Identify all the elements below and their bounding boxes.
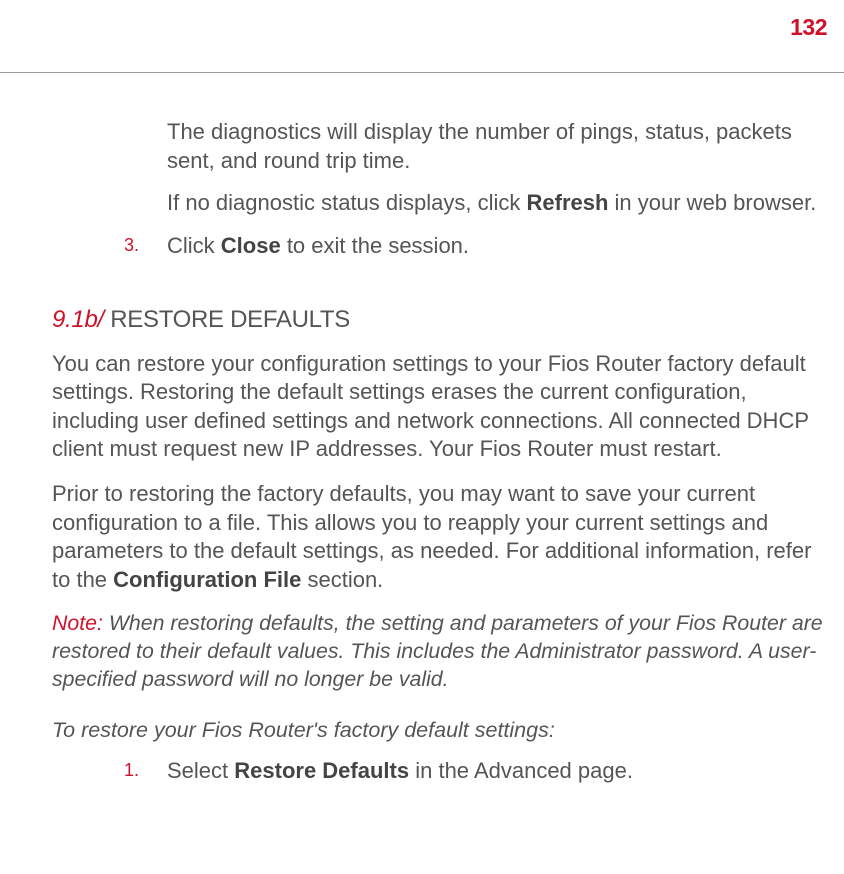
restore-paragraph-2: Prior to restoring the factory defaults,… [52,480,827,594]
step-number: 3. [124,234,139,257]
step-3: 3. Click Close to exit the session. [52,232,827,261]
section-heading: 9.1b/ RESTORE DEFAULTS [52,304,827,335]
step-1: 1. Select Restore Defaults in the Advanc… [52,757,827,786]
text: section. [301,567,383,592]
diagnostics-paragraph-2: If no diagnostic status displays, click … [52,189,827,218]
page-content: The diagnostics will display the number … [52,118,827,800]
text: Click [167,233,221,258]
note-text: When restoring defaults, the setting and… [52,611,823,690]
step-number: 1. [124,759,139,782]
note-label: Note: [52,611,103,635]
note-paragraph: Note: When restoring defaults, the setti… [52,610,827,693]
text: in your web browser. [608,190,816,215]
text: in the Advanced page. [409,758,633,783]
section-number: 9.1b/ [52,306,104,333]
page-number: 132 [790,13,827,43]
refresh-bold: Refresh [527,190,609,215]
text: Select [167,758,234,783]
restore-lead: To restore your Fios Router's factory de… [52,717,827,745]
text: If no diagnostic status displays, click [167,190,527,215]
config-file-bold: Configuration File [113,567,301,592]
restore-paragraph-1: You can restore your configuration setti… [52,350,827,464]
close-bold: Close [221,233,281,258]
diagnostics-paragraph-1: The diagnostics will display the number … [52,118,827,175]
section-title: RESTORE DEFAULTS [104,306,350,333]
header-divider [0,72,844,73]
text: to exit the session. [281,233,469,258]
restore-defaults-bold: Restore Defaults [234,758,409,783]
